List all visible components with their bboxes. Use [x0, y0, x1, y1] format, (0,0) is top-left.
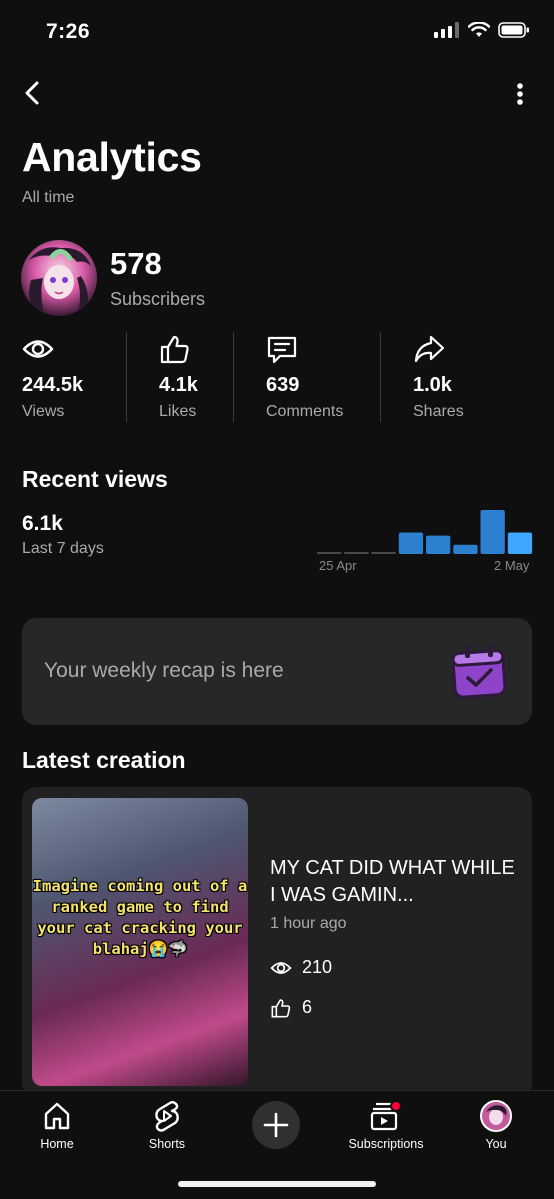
signal-icon — [434, 22, 459, 38]
divider — [126, 332, 127, 422]
more-options-button[interactable] — [510, 80, 530, 110]
eye-icon — [270, 961, 292, 974]
views-label: Views — [22, 403, 65, 420]
calendar-check-icon — [451, 644, 507, 699]
top-bar — [0, 70, 554, 118]
likes-label: Likes — [159, 403, 197, 420]
status-icons — [434, 22, 530, 38]
status-time: 7:26 — [46, 20, 91, 43]
nav-subscriptions[interactable]: Subscriptions — [341, 1099, 431, 1151]
battery-icon — [498, 22, 529, 38]
subscriber-label: Subscribers — [110, 289, 206, 309]
avatar-image — [21, 240, 97, 316]
video-likes: 6 — [270, 997, 312, 1018]
more-vert-icon — [517, 83, 523, 105]
video-time: 1 hour ago — [270, 915, 347, 932]
home-icon — [44, 1102, 70, 1130]
divider — [380, 332, 381, 422]
x-tick-start: 25 Apr — [319, 558, 357, 573]
thumbnail-caption: Imagine coming out of a ranked game to f… — [32, 877, 248, 958]
nav-shorts[interactable]: Shorts — [122, 1099, 212, 1151]
chart-bar — [371, 552, 396, 554]
subscriptions-icon — [370, 1100, 402, 1131]
recent-views-value: 6.1k — [22, 512, 63, 535]
nav-home-label: Home — [40, 1137, 74, 1151]
channel-avatar[interactable] — [21, 240, 97, 316]
stats-row: 244.5k Views 4.1k Likes 639 Comments 1.0… — [0, 330, 554, 425]
chart-bar — [344, 552, 369, 554]
nav-shorts-label: Shorts — [148, 1137, 186, 1151]
video-views: 210 — [270, 957, 332, 978]
latest-creation-title: Latest creation — [22, 747, 186, 773]
shorts-icon — [155, 1101, 179, 1132]
eye-icon — [22, 340, 54, 358]
page-title: Analytics — [22, 134, 202, 180]
chart-bar — [398, 532, 424, 554]
video-title: MY CAT DID WHAT WHILE I WAS GAMIN... — [270, 857, 515, 906]
chart-bar — [453, 544, 478, 554]
back-button[interactable] — [18, 78, 48, 108]
nav-home[interactable]: Home — [12, 1099, 102, 1151]
nav-you-label: You — [485, 1137, 507, 1151]
chart-bar — [426, 535, 451, 554]
likes-value: 4.1k — [159, 374, 198, 396]
video-likes-value: 6 — [302, 997, 313, 1017]
chart-bar — [480, 510, 505, 554]
weekly-recap-card[interactable]: Your weekly recap is here — [22, 618, 532, 725]
chevron-left-icon — [25, 81, 39, 105]
shares-label: Shares — [413, 403, 464, 420]
status-bar: 7:26 — [0, 0, 554, 66]
recent-views-title: Recent views — [22, 466, 168, 492]
wifi-icon — [468, 22, 490, 37]
nav-subscriptions-label: Subscriptions — [348, 1137, 424, 1151]
views-value: 244.5k — [22, 374, 84, 396]
video-thumbnail[interactable]: Imagine coming out of a ranked game to f… — [32, 798, 248, 1086]
comment-icon — [267, 336, 297, 364]
plus-icon — [263, 1112, 289, 1138]
recent-views-period: Last 7 days — [22, 540, 104, 557]
profile-avatar-icon — [480, 1100, 512, 1132]
thumbs-up-icon — [271, 998, 291, 1017]
video-views-value: 210 — [302, 957, 333, 977]
comments-label: Comments — [266, 403, 344, 420]
create-button[interactable] — [252, 1101, 300, 1149]
x-tick-end: 2 May — [494, 558, 530, 573]
date-range-label: All time — [22, 189, 75, 206]
share-icon — [414, 335, 445, 363]
subscriber-count: 578 — [110, 246, 162, 281]
thumbs-up-icon — [160, 335, 189, 364]
comments-value: 639 — [266, 374, 300, 396]
latest-creation-card[interactable]: Imagine coming out of a ranked game to f… — [22, 787, 532, 1097]
divider — [233, 332, 234, 422]
chart-bar — [507, 532, 533, 554]
nav-you[interactable]: You — [451, 1099, 541, 1151]
home-indicator — [178, 1181, 376, 1187]
shares-value: 1.0k — [413, 374, 452, 396]
chart-bar — [317, 552, 342, 554]
recap-text: Your weekly recap is here — [44, 659, 284, 682]
